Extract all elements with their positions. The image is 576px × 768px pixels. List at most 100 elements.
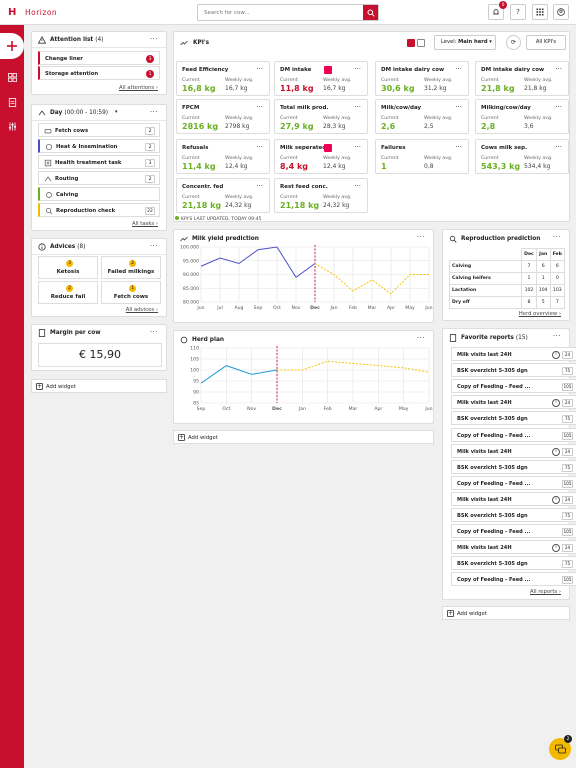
advice-fetch-cows[interactable]: 1 Fetch cows — [101, 281, 161, 304]
kpi-tile[interactable]: Milk seperated ··· Current Weekly avg. 8,4 k… — [274, 139, 368, 174]
apps-button[interactable] — [532, 4, 548, 20]
kpi-tile[interactable]: Feed Efficiency ··· Current Weekly avg. 16,8… — [176, 61, 270, 96]
kpi-tile[interactable]: Cows milk sep. ··· Current Weekly avg. 543,3… — [475, 139, 569, 174]
attention-item-storage[interactable]: Storage attention 1 — [38, 66, 160, 80]
advice-ketosis[interactable]: 3 Ketosis — [38, 256, 98, 279]
advice-failed-milkings[interactable]: 2 Failed milkings — [101, 256, 161, 279]
kpi-tile[interactable]: Milking/cow/day ··· Current Weekly avg. 2,8 3… — [475, 99, 569, 134]
all-attentions-link[interactable]: All attentions › — [119, 85, 158, 91]
day-dropdown-icon[interactable]: ▾ — [115, 109, 118, 115]
all-reports-link[interactable]: All reports › — [530, 589, 561, 595]
favorite-report-item[interactable]: Milk visits last 24H i 24 — [451, 395, 576, 410]
kpi-tile[interactable]: Milk/cow/day ··· Current Weekly avg. 2,6 2,5 — [375, 99, 469, 134]
kpi-tile[interactable]: Total milk prod. ··· Current Weekly avg. 27,… — [274, 99, 368, 134]
search-input[interactable] — [198, 5, 363, 20]
advice-reduce-fail[interactable]: 2 Reduce fail — [38, 281, 98, 304]
task-fetch-cows[interactable]: Fetch cows 2 — [38, 123, 160, 137]
more-options-icon[interactable]: ··· — [417, 233, 425, 241]
add-widget-button[interactable]: + Add widget — [442, 606, 570, 620]
sidebar-item-dashboard[interactable] — [7, 72, 17, 82]
kpi-current-value: 2816 kg — [182, 122, 219, 131]
favorite-report-item[interactable]: BSK overzicht 5-305 dgn 75 — [451, 459, 576, 474]
list-filter-icon[interactable] — [417, 39, 425, 47]
more-options-icon[interactable]: ··· — [256, 143, 263, 151]
advice-count: 2 — [66, 285, 73, 292]
favorite-report-item[interactable]: BSK overzicht 5-305 dgn 75 — [451, 363, 576, 378]
info-icon[interactable]: i — [552, 447, 560, 456]
add-widget-button[interactable]: + Add widget — [31, 379, 167, 393]
logo[interactable]: H — [8, 7, 16, 18]
level-select[interactable]: Level: Main herd ▾ — [434, 35, 496, 50]
info-icon[interactable]: i — [552, 399, 560, 408]
refresh-button[interactable]: ⟳ — [506, 35, 521, 50]
chat-button[interactable]: 2 — [549, 735, 572, 760]
task-health-treatment[interactable]: Health treatment task 3 — [38, 155, 160, 169]
task-calving[interactable]: Calving — [38, 187, 160, 201]
task-heat-insemination[interactable]: Heat & Insemination 2 — [38, 139, 160, 153]
add-widget-label: Add widget — [46, 384, 76, 390]
x-tick-label: May — [405, 305, 415, 311]
all-advices-link[interactable]: All advices › — [126, 307, 158, 313]
favorite-report-item[interactable]: Copy of Feeding - Feed ... 105 — [451, 427, 576, 442]
attention-item-change-liner[interactable]: Change liner 3 — [38, 51, 160, 65]
more-options-icon[interactable]: ··· — [354, 65, 361, 73]
favorite-report-item[interactable]: Copy of Feeding - Feed ... 105 — [451, 524, 576, 539]
kpi-tile[interactable]: Failures ··· Current Weekly avg. 1 0,8 — [375, 139, 469, 174]
all-kpis-button[interactable]: All KPI's — [526, 35, 566, 50]
info-icon[interactable]: i — [552, 544, 560, 553]
more-options-icon[interactable]: ··· — [256, 182, 263, 190]
more-options-icon[interactable]: ··· — [150, 108, 158, 116]
favorite-report-item[interactable]: Milk visits last 24H i 24 — [451, 443, 576, 458]
sidebar-item-reports[interactable] — [7, 97, 17, 107]
more-options-icon[interactable]: ··· — [150, 35, 158, 43]
kpi-tile[interactable]: Rest feed conc. ··· Current Weekly avg. 21,1… — [274, 178, 368, 213]
favorite-report-item[interactable]: BSK overzicht 5-305 dgn 75 — [451, 411, 576, 426]
kpi-tile[interactable]: DM intake dairy cow ··· Current Weekly avg.… — [375, 61, 469, 96]
kpi-tile[interactable]: DM intake dairy cow ··· Current Weekly avg.… — [475, 61, 569, 96]
user-button[interactable] — [553, 4, 569, 20]
more-options-icon[interactable]: ··· — [150, 242, 158, 250]
more-options-icon[interactable]: ··· — [455, 65, 462, 73]
favorite-report-item[interactable]: BSK overzicht 5-305 dgn 75 — [451, 556, 576, 571]
favorite-report-item[interactable]: Copy of Feeding - Feed ... 105 — [451, 572, 576, 587]
more-options-icon[interactable]: ··· — [150, 328, 158, 336]
kpi-tile[interactable]: DM intake ··· Current Weekly avg. 11,8 kg 16,… — [274, 61, 368, 96]
more-options-icon[interactable]: ··· — [417, 334, 425, 342]
favorite-report-item[interactable]: Milk visits last 24H i 24 — [451, 347, 576, 361]
help-button[interactable]: ? — [510, 4, 526, 20]
more-options-icon[interactable]: ··· — [354, 103, 361, 111]
kpi-tile[interactable]: Refusals ··· Current Weekly avg. 11,4 kg 12,4… — [176, 139, 270, 174]
all-tasks-link[interactable]: All tasks › — [132, 221, 158, 227]
brand-name: Horizon — [25, 8, 58, 17]
more-options-icon[interactable]: ··· — [555, 65, 562, 73]
more-options-icon[interactable]: ··· — [354, 182, 361, 190]
more-options-icon[interactable]: ··· — [553, 233, 561, 241]
kpi-tile[interactable]: Concentr. fed ··· Current Weekly avg. 21,18 … — [176, 178, 270, 213]
current-label: Current — [481, 156, 499, 161]
more-options-icon[interactable]: ··· — [555, 143, 562, 151]
info-icon[interactable]: i — [552, 351, 560, 359]
more-options-icon[interactable]: ··· — [354, 143, 361, 151]
task-routing[interactable]: Routing 2 — [38, 171, 160, 185]
add-widget-button[interactable]: + Add widget — [173, 430, 434, 444]
favorite-report-item[interactable]: BSK overzicht 5-305 dgn 75 — [451, 508, 576, 522]
search-button[interactable] — [363, 5, 378, 20]
sidebar-item-settings[interactable] — [7, 121, 17, 131]
favorite-report-item[interactable]: Milk visits last 24H i 24 — [451, 491, 576, 506]
more-options-icon[interactable]: ··· — [553, 332, 561, 340]
favorite-report-item[interactable]: Milk visits last 24H i 24 — [451, 540, 576, 555]
favorite-report-item[interactable]: Copy of Feeding - Feed ... 105 — [451, 379, 576, 394]
alert-filter-icon[interactable] — [407, 39, 415, 47]
task-reproduction-check[interactable]: Reproduction check 22 — [38, 203, 160, 217]
more-options-icon[interactable]: ··· — [455, 103, 462, 111]
more-options-icon[interactable]: ··· — [256, 65, 263, 73]
more-options-icon[interactable]: ··· — [555, 103, 562, 111]
info-icon[interactable]: i — [552, 495, 560, 504]
add-button[interactable] — [0, 33, 24, 59]
more-options-icon[interactable]: ··· — [455, 143, 462, 151]
favorite-report-item[interactable]: Copy of Feeding - Feed ... 105 — [451, 475, 576, 490]
herd-overview-link[interactable]: Herd overview › — [519, 311, 561, 317]
more-options-icon[interactable]: ··· — [256, 103, 263, 111]
kpi-tile[interactable]: FPCM ··· Current Weekly avg. 2816 kg 2798 kg — [176, 99, 270, 134]
notifications-button[interactable]: 0 — [488, 1, 507, 20]
